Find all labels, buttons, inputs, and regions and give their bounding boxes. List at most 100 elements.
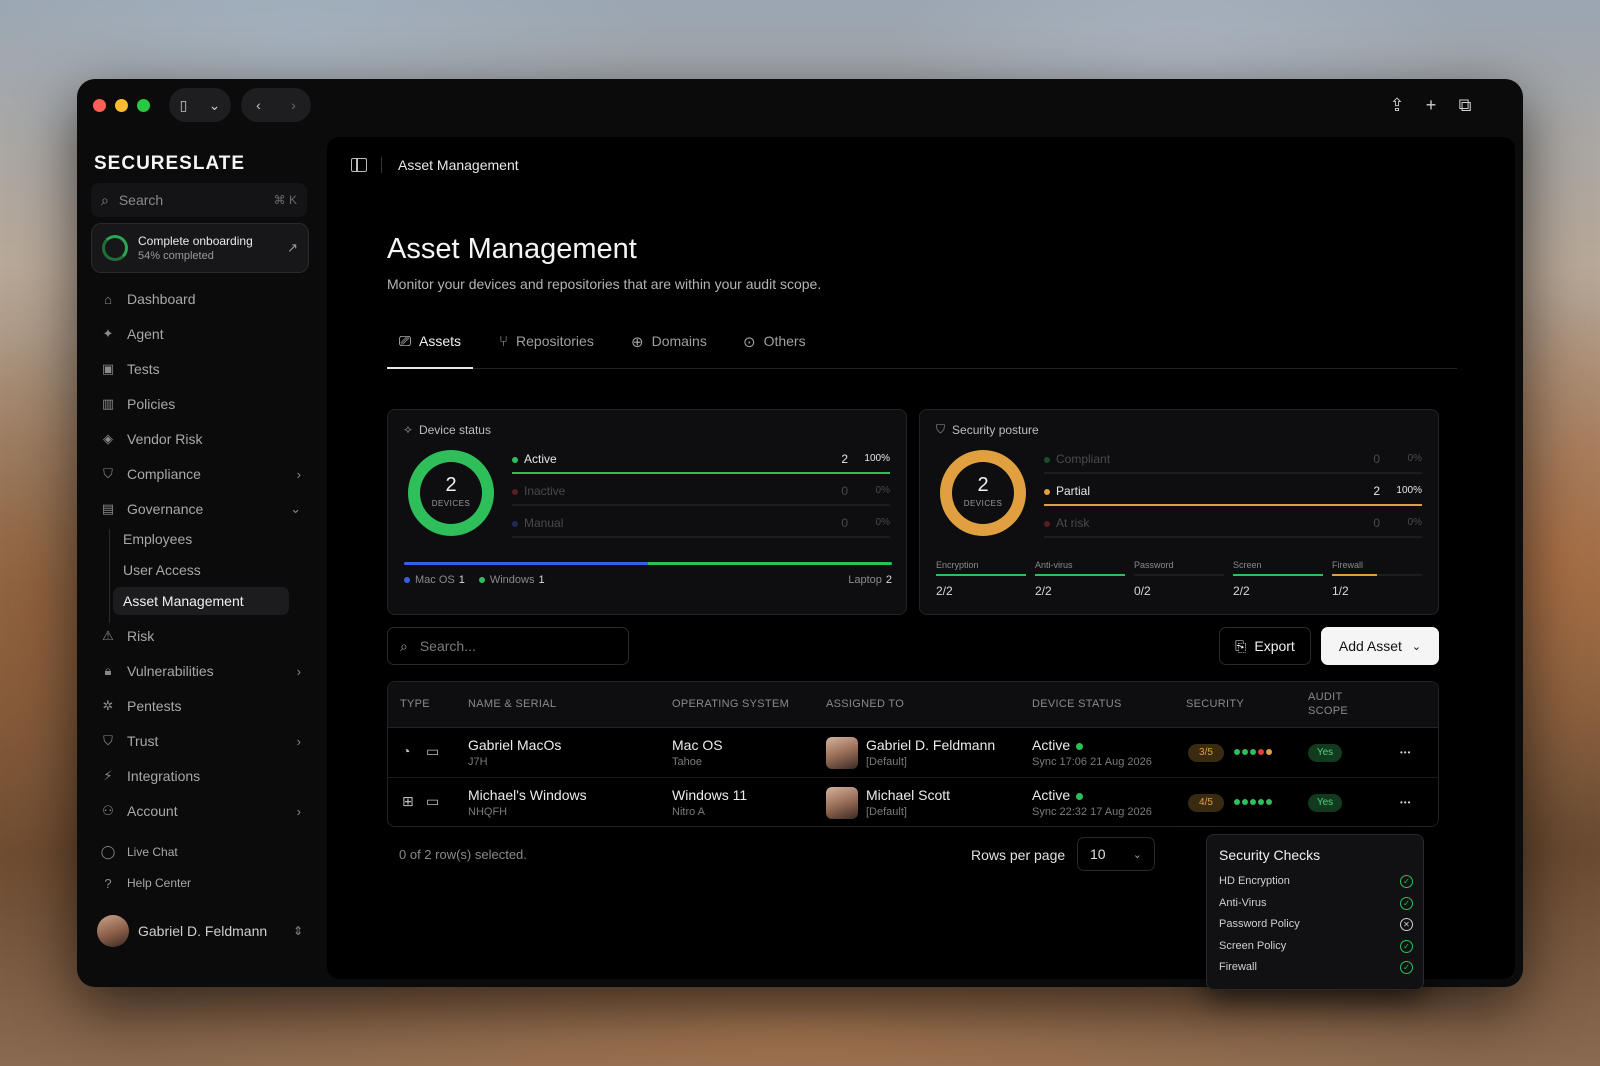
- sidebar-item-label: Account: [127, 803, 178, 819]
- chevron-right-icon: ›: [296, 733, 301, 749]
- sidebar-item-policies[interactable]: ▥ Policies: [91, 389, 309, 419]
- git-branch-icon: ⑂: [499, 333, 509, 350]
- minimize-window-button[interactable]: [115, 99, 128, 112]
- check-label: Firewall: [1219, 961, 1257, 973]
- device-donut-chart: 2 DEVICES: [408, 450, 494, 536]
- sidebar-subitem-asset-management[interactable]: Asset Management: [113, 587, 289, 615]
- status-indicator: [1076, 792, 1084, 800]
- panel-toggle-icon[interactable]: [351, 158, 367, 172]
- close-window-button[interactable]: [93, 99, 106, 112]
- check-bar-fill: [1233, 574, 1323, 576]
- assignee-tag: [Default]: [866, 756, 907, 768]
- export-file-icon: ⎘: [1235, 637, 1247, 654]
- search-placeholder: Search...: [419, 638, 476, 654]
- onboarding-card[interactable]: Complete onboarding 54% completed ↗: [91, 223, 309, 273]
- legend-count: 1: [538, 574, 545, 586]
- status-percent: 0%: [875, 517, 890, 528]
- asset-search-input[interactable]: ⌕ Search...: [387, 627, 629, 665]
- chevron-right-icon: ›: [296, 466, 301, 482]
- x-circle-icon: ✕: [1400, 918, 1413, 931]
- status-count: 0: [841, 484, 848, 498]
- column-header: OPERATING SYSTEM: [672, 698, 790, 710]
- user-menu[interactable]: Gabriel D. Feldmann ⇕: [97, 913, 303, 949]
- donut-total: 2: [977, 474, 989, 496]
- column-header: SCOPE: [1308, 705, 1349, 717]
- export-button[interactable]: ⎘ Export: [1219, 627, 1311, 665]
- forward-button[interactable]: ›: [291, 97, 296, 113]
- title-bar: ▯ ⌄ ‹ › ⇪ + ⧉: [77, 79, 1523, 131]
- sidebar-subitem-user-access[interactable]: User Access: [113, 556, 289, 584]
- more-actions-icon[interactable]: •••: [1400, 798, 1411, 807]
- security-checks-popover: Security Checks HD Encryption ✓ Anti-Virus…: [1206, 834, 1424, 990]
- os-name: Mac OS: [672, 737, 723, 753]
- sidebar-item-integrations[interactable]: ⚡︎ Integrations: [91, 761, 309, 791]
- assignee-cell: Gabriel D. Feldmann [Default]: [866, 737, 995, 768]
- share-icon[interactable]: ⇪: [1385, 93, 1409, 117]
- progress-ring: [102, 235, 128, 261]
- asset-name: Gabriel MacOs: [468, 737, 562, 753]
- sidebar-item-trust[interactable]: ⛉ Trust ›: [91, 726, 309, 756]
- sidebar-item-dashboard[interactable]: ⌂ Dashboard: [91, 284, 309, 314]
- status-row: Partial 2 100%: [1044, 484, 1422, 506]
- table-row[interactable]: ◔ ▭ Gabriel MacOs J7H Mac OS Tahoe Gabriel D. …: [388, 728, 1438, 778]
- sidebar-item-account[interactable]: ⚇ Account ›: [91, 796, 309, 826]
- sidebar-item-help-center[interactable]: ? Help Center: [91, 868, 309, 898]
- security-score-badge[interactable]: 3/5: [1188, 744, 1224, 762]
- sidebar-item-label: Trust: [127, 733, 159, 749]
- sidebar-item-vulnerabilities[interactable]: 🔒︎ Vulnerabilities ›: [91, 656, 309, 686]
- os-name: Windows 11: [672, 787, 748, 803]
- bug-icon: ✲: [102, 698, 114, 713]
- tab-domains[interactable]: ⊕ Domains: [631, 333, 707, 369]
- check-label: Anti-Virus: [1219, 896, 1267, 909]
- sidebar-item-label: Compliance: [127, 466, 201, 482]
- clipboard-icon: ▣: [101, 361, 115, 376]
- maximize-window-button[interactable]: [137, 99, 150, 112]
- sidebar-item-compliance[interactable]: ⛉ Compliance ›: [91, 459, 309, 489]
- check-value: 1/2: [1332, 584, 1349, 598]
- sidebar-item-label: Vendor Risk: [127, 431, 203, 447]
- chat-icon: ◯: [100, 844, 116, 859]
- status-bar: [1044, 504, 1422, 506]
- breadcrumb: Asset Management: [351, 157, 519, 173]
- security-check-dots[interactable]: [1234, 749, 1274, 755]
- sidebar-item-risk[interactable]: ⚠ Risk: [91, 621, 309, 651]
- tab-others[interactable]: ⊙ Others: [743, 333, 806, 369]
- tab-repositories[interactable]: ⑂ Repositories: [499, 333, 594, 369]
- status-percent: 0%: [1407, 517, 1422, 528]
- status-count: 2: [841, 452, 848, 466]
- check-label: Encryption: [936, 560, 979, 570]
- sidebar-item-vendor-risk[interactable]: ◈ Vendor Risk: [91, 424, 309, 454]
- sidebar-item-tests[interactable]: ▣ Tests: [91, 354, 309, 384]
- more-actions-icon[interactable]: •••: [1400, 748, 1411, 757]
- table-row[interactable]: ⊞ ▭ Michael's Windows NHQFH Windows 11 Nitro …: [388, 778, 1438, 826]
- sidebar-toggle-button[interactable]: ▯ ⌄: [169, 88, 231, 122]
- submenu-guide-line: [109, 529, 110, 623]
- status-bar: [512, 472, 890, 474]
- security-check-dots[interactable]: [1234, 799, 1274, 805]
- security-score-badge[interactable]: 4/5: [1188, 794, 1224, 812]
- sidebar-item-live-chat[interactable]: ◯ Live Chat: [91, 837, 309, 867]
- legend-dot: [404, 577, 410, 583]
- add-asset-button[interactable]: Add Asset ⌄: [1321, 627, 1439, 665]
- sidebar-item-agent[interactable]: ✦ Agent: [91, 319, 309, 349]
- tabs-overview-icon[interactable]: ⧉: [1453, 93, 1477, 117]
- sidebar-item-label: Policies: [127, 396, 176, 412]
- back-button[interactable]: ‹: [256, 97, 261, 113]
- status-row: Compliant 0 0%: [1044, 452, 1422, 474]
- sidebar-item-governance[interactable]: ▤ Governance ⌄: [91, 494, 309, 524]
- sidebar-subitem-employees[interactable]: Employees: [113, 525, 289, 553]
- os-bar-segment: [648, 562, 892, 565]
- check-label: Password: [1134, 560, 1174, 570]
- check-circle-icon: ✓: [1400, 961, 1413, 974]
- warning-icon: ⚠: [102, 628, 114, 643]
- status-dot: [512, 457, 518, 463]
- sidebar-item-pentests[interactable]: ✲ Pentests: [91, 691, 309, 721]
- check-label: Screen: [1233, 560, 1262, 570]
- user-name: Gabriel D. Feldmann: [138, 923, 268, 939]
- sidebar-search[interactable]: ⌕ Search ⌘ K: [91, 183, 307, 217]
- external-link-icon[interactable]: ↗: [287, 240, 298, 256]
- help-icon: ?: [104, 875, 112, 891]
- tab-assets[interactable]: ⎚ Assets: [387, 333, 474, 369]
- new-tab-icon[interactable]: +: [1419, 93, 1443, 117]
- rows-per-page-select[interactable]: 10 ⌄: [1077, 837, 1155, 871]
